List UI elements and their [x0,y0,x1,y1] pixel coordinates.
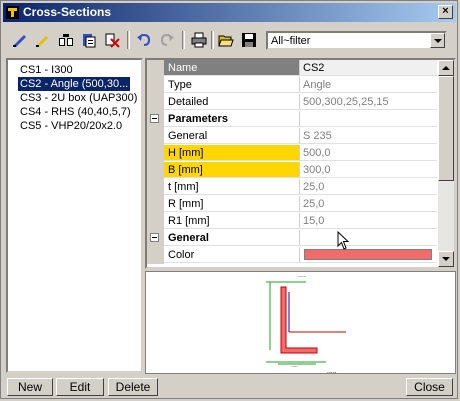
print-button[interactable] [188,29,210,51]
angle-section-drawing: ------- ----- ..... [266,273,346,373]
category-label: Parameters [164,111,300,127]
property-name: General [164,128,300,144]
property-row-name[interactable]: Name CS2 [147,60,437,77]
copy-icon [59,34,73,46]
property-name: Color [164,247,300,263]
close-button[interactable]: Close [406,378,453,396]
property-value [300,111,437,127]
property-value[interactable]: 15,0 [300,213,437,229]
toolbar-separator [182,31,185,49]
button-bar: New Edit Delete Close [3,375,456,398]
scroll-down-icon[interactable] [438,251,454,267]
app-icon [6,6,19,19]
property-grid: Name CS2 Type Angle Detailed 500,300,25,… [145,58,456,269]
title-bar: Cross-Sections × [3,3,456,22]
collapse-icon[interactable] [150,233,159,242]
edit-section-button[interactable] [32,29,54,51]
property-name: Name [164,60,300,76]
undo-button[interactable] [133,29,155,51]
scroll-up-icon[interactable] [438,60,454,76]
property-value[interactable]: 25,0 [300,179,437,195]
property-row-t[interactable]: t [mm] 25,0 [147,179,437,196]
property-row-h[interactable]: H [mm] 500,0 [147,145,437,162]
property-row-detailed[interactable]: Detailed 500,300,25,25,15 [147,94,437,111]
property-scrollbar[interactable] [438,60,454,267]
new-button[interactable]: New [7,378,53,396]
property-row-general[interactable]: General S 235 [147,128,437,145]
delete-icon [105,33,120,48]
new-section-button[interactable] [9,29,31,51]
filter-value: All~filter [271,35,311,47]
open-icon [218,35,234,47]
property-name: H [mm] [164,145,300,161]
svg-text:-------: ------- [297,273,307,278]
delete-button[interactable] [101,29,123,51]
edit-icon [36,36,48,47]
toolbar-separator [211,31,214,49]
category-general[interactable]: General [147,230,437,247]
cross-section-list[interactable]: CS1 - I300 CS2 - Angle (500,30... CS3 - … [6,58,143,373]
svg-text:-----: ----- [291,363,298,368]
property-name: B [mm] [164,162,300,178]
property-value[interactable]: 25,0 [300,196,437,212]
category-parameters[interactable]: Parameters [147,111,437,128]
mouse-pointer-icon [337,231,350,250]
property-row-b[interactable]: B [mm] 300,0 [147,162,437,179]
property-name: Type [164,77,300,93]
property-value[interactable]: S 235 [300,128,437,144]
svg-text:.....: ..... [327,368,337,373]
property-name: R [mm] [164,196,300,212]
color-value[interactable] [300,247,437,263]
property-value[interactable]: 500,300,25,25,15 [300,94,437,110]
section-preview: ------- ----- ..... [145,271,456,374]
list-item[interactable]: CS3 - 2U box (UAP300) [18,91,139,105]
property-value[interactable]: CS2 [300,60,437,76]
save-icon [242,33,256,47]
color-swatch[interactable] [304,249,432,260]
edit-button[interactable]: Edit [56,378,104,396]
close-icon: × [442,5,449,17]
close-window-button[interactable]: × [438,5,453,19]
property-value [300,230,437,246]
property-name: Detailed [164,94,300,110]
print-icon [191,32,207,48]
property-row-color[interactable]: Color [147,247,437,264]
redo-button[interactable] [156,29,178,51]
window-title: Cross-Sections [23,5,112,19]
copy-button[interactable] [55,29,77,51]
toolbar: All~filter [3,25,456,55]
filter-select[interactable]: All~filter [266,31,447,50]
paste-button[interactable] [78,29,100,51]
save-button[interactable] [238,29,260,51]
property-name: t [mm] [164,179,300,195]
scroll-thumb[interactable] [438,76,454,181]
list-item-selected[interactable]: CS2 - Angle (500,30... [16,76,132,92]
property-value[interactable]: 300,0 [300,162,437,178]
list-item[interactable]: CS1 - I300 [18,63,75,77]
paste-icon [83,34,96,48]
collapse-icon[interactable] [150,114,159,123]
delete-section-button[interactable]: Delete [108,378,158,396]
category-label: General [164,230,300,246]
chevron-down-icon[interactable] [430,33,445,48]
property-name: R1 [mm] [164,213,300,229]
new-icon [13,35,26,47]
open-button[interactable] [215,29,237,51]
property-value[interactable]: Angle [300,77,437,93]
redo-icon [160,33,174,46]
property-row-r1[interactable]: R1 [mm] 15,0 [147,213,437,230]
property-value[interactable]: 500,0 [300,145,437,161]
property-row-r[interactable]: R [mm] 25,0 [147,196,437,213]
undo-icon [137,33,151,46]
cross-sections-window: Cross-Sections × All~filter CS1 - I300 C… [0,0,458,399]
list-item[interactable]: CS4 - RHS (40,40,5,7) [18,105,133,119]
list-item[interactable]: CS5 - VHP20/20x2.0 [18,119,124,133]
toolbar-separator [127,31,130,49]
property-row-type[interactable]: Type Angle [147,77,437,94]
